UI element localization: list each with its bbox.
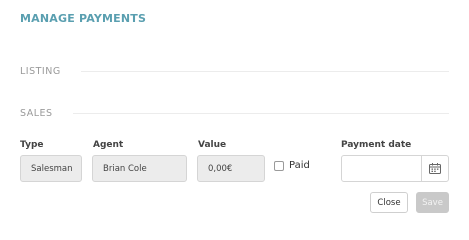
value-label: Value [198,140,227,150]
page-title: MANAGE PAYMENTS [20,12,147,25]
paid-checkbox[interactable] [274,160,284,171]
section-sales-label: SALES [20,108,53,119]
paid-checkbox-wrap[interactable]: Paid [274,160,310,171]
section-listing: LISTING [20,66,449,77]
type-label: Type [20,140,44,150]
value-field: 0,00€ [197,155,265,182]
payment-date-label: Payment date [341,140,412,150]
calendar-icon [429,163,441,174]
paid-label: Paid [289,160,310,171]
type-field: Salesman [20,155,82,182]
agent-label: Agent [93,140,124,150]
save-button[interactable]: Save [416,192,449,213]
payment-date-input[interactable] [341,155,422,182]
agent-field: Brian Cole [92,155,187,182]
close-button[interactable]: Close [370,192,408,213]
section-divider [72,113,449,114]
calendar-button[interactable] [421,155,449,182]
section-divider [80,71,449,72]
section-sales: SALES [20,108,449,119]
section-listing-label: LISTING [20,66,61,77]
